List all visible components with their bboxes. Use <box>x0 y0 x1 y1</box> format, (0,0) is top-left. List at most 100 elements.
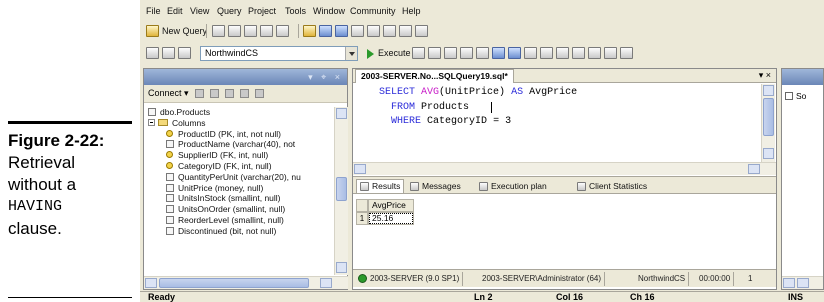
scroll-up-icon[interactable] <box>336 108 347 119</box>
tree-node-column[interactable]: CategoryID (FK, int, null) <box>144 161 334 172</box>
save-icon[interactable] <box>319 25 332 37</box>
open-file-icon[interactable] <box>303 25 316 37</box>
menu-tools[interactable]: Tools <box>285 6 306 16</box>
panel-controls[interactable]: ▾ ⌖ × <box>308 69 343 85</box>
save-all-icon[interactable] <box>335 25 348 37</box>
scroll-thumb[interactable] <box>763 98 774 136</box>
connect-dropdown[interactable]: Connect ▾ <box>148 88 189 99</box>
parse-icon[interactable] <box>412 47 425 59</box>
checkbox-icon[interactable] <box>785 92 793 100</box>
tree-node-column[interactable]: Discontinued (bit, not null) <box>144 226 334 237</box>
menu-window[interactable]: Window <box>313 6 345 16</box>
tree-node-column[interactable]: SupplierID (FK, int, null) <box>144 150 334 161</box>
database-engine-query-icon[interactable] <box>212 25 225 37</box>
document-tab-controls[interactable]: ▾ × <box>759 69 771 82</box>
disconnect-icon[interactable] <box>209 89 219 98</box>
editor-horizontal-scrollbar[interactable] <box>353 162 776 175</box>
connect-icon[interactable] <box>146 47 159 59</box>
scroll-thumb[interactable] <box>159 278 309 288</box>
document-tab[interactable]: 2003-SERVER.No...SQLQuery19.sql* <box>355 69 514 83</box>
scroll-right-icon[interactable] <box>320 278 332 288</box>
scroll-thumb[interactable] <box>336 177 347 201</box>
tree-node-column[interactable]: UnitsOnOrder (smallint, null) <box>144 204 334 215</box>
menu-help[interactable]: Help <box>402 6 421 16</box>
results-to-grid-icon[interactable] <box>508 47 521 59</box>
xmla-query-icon[interactable] <box>260 25 273 37</box>
decrease-indent-icon[interactable] <box>604 47 617 59</box>
cancel-query-icon[interactable] <box>428 47 441 59</box>
status-server-label: 2003-SERVER (9.0 SP1) <box>370 274 460 283</box>
results-to-text-icon[interactable] <box>492 47 505 59</box>
scroll-left-icon[interactable] <box>145 278 157 288</box>
menu-community[interactable]: Community <box>350 6 396 16</box>
change-connection-icon[interactable] <box>162 47 175 59</box>
code-line-1: SELECT AVG(UnitPrice) AS AvgPrice <box>379 87 577 98</box>
database-selector[interactable]: NorthwindCS <box>200 46 358 61</box>
grid-cell[interactable]: 25.16 <box>368 212 414 225</box>
execute-button[interactable]: Execute <box>366 46 411 60</box>
object-explorer-horizontal-scrollbar[interactable] <box>144 276 348 289</box>
mdx-query-icon[interactable] <box>244 25 257 37</box>
scroll-left-icon[interactable] <box>354 164 366 174</box>
intellisense-icon[interactable] <box>476 47 489 59</box>
status-bar: Ready Ln 2 Col 16 Ch 16 INS <box>140 291 824 302</box>
tab-results[interactable]: Results <box>356 179 405 193</box>
chevron-down-icon[interactable] <box>345 47 357 60</box>
tree-node-column[interactable]: ProductID (PK, int, not null) <box>144 129 334 140</box>
results-to-file-icon[interactable] <box>524 47 537 59</box>
disconnect-icon[interactable] <box>178 47 191 59</box>
scroll-up-icon[interactable] <box>763 85 774 96</box>
increase-indent-icon[interactable] <box>620 47 633 59</box>
tree-node-column[interactable]: UnitPrice (money, null) <box>144 183 334 194</box>
row-number[interactable]: 1 <box>356 212 368 225</box>
mobile-query-icon[interactable] <box>276 25 289 37</box>
client-statistics-icon[interactable] <box>556 47 569 59</box>
scroll-down-icon[interactable] <box>763 148 774 159</box>
editor-vertical-scrollbar[interactable] <box>761 84 775 162</box>
collapse-icon[interactable] <box>148 118 155 126</box>
tab-messages[interactable]: Messages <box>407 179 464 193</box>
scroll-down-icon[interactable] <box>336 262 347 273</box>
tree-node-column[interactable]: QuantityPerUnit (varchar(20), nu <box>144 172 334 183</box>
properties-item[interactable]: So <box>785 91 806 101</box>
column-header[interactable]: AvgPrice <box>368 199 414 212</box>
tree-node-columns[interactable]: Columns <box>144 118 334 129</box>
menu-query[interactable]: Query <box>217 6 242 16</box>
paste-icon[interactable] <box>383 25 396 37</box>
grid-corner[interactable] <box>356 199 368 212</box>
refresh-icon[interactable] <box>239 89 249 98</box>
comment-icon[interactable] <box>572 47 585 59</box>
tree-node-products[interactable]: dbo.Products <box>144 107 334 118</box>
undo-icon[interactable] <box>399 25 412 37</box>
scroll-left-icon[interactable] <box>783 278 795 288</box>
tree-node-column[interactable]: ReorderLevel (smallint, null) <box>144 215 334 226</box>
properties-horizontal-scrollbar[interactable] <box>782 276 823 289</box>
tab-execution-plan[interactable]: Execution plan <box>476 179 550 193</box>
uncomment-icon[interactable] <box>588 47 601 59</box>
display-plan-icon[interactable] <box>444 47 457 59</box>
results-tab-strip: Results Messages Execution plan Client S… <box>353 176 776 194</box>
redo-icon[interactable] <box>415 25 428 37</box>
tab-client-statistics[interactable]: Client Statistics <box>574 179 650 193</box>
tree-node-column[interactable]: UnitsInStock (smallint, null) <box>144 193 334 204</box>
menu-view[interactable]: View <box>190 6 209 16</box>
connect-icon[interactable] <box>194 89 204 98</box>
sql-editor[interactable]: SELECT AVG(UnitPrice) AS AvgPrice FROM P… <box>353 84 763 158</box>
tree-node-column[interactable]: ProductName (varchar(40), not <box>144 139 334 150</box>
filter-icon[interactable] <box>254 89 264 98</box>
stop-icon[interactable] <box>224 89 234 98</box>
scroll-right-icon[interactable] <box>797 278 809 288</box>
menu-project[interactable]: Project <box>248 6 276 16</box>
cut-icon[interactable] <box>351 25 364 37</box>
copy-icon[interactable] <box>367 25 380 37</box>
object-explorer-vertical-scrollbar[interactable] <box>334 107 348 275</box>
query-options-icon[interactable] <box>460 47 473 59</box>
toolbar-separator <box>298 24 299 38</box>
menu-edit[interactable]: Edit <box>167 6 183 16</box>
scroll-right-icon[interactable] <box>748 164 760 174</box>
code-line-2: FROM Products <box>391 102 469 113</box>
menu-file[interactable]: File <box>146 6 161 16</box>
new-query-button[interactable]: New Query <box>146 24 207 38</box>
include-plan-icon[interactable] <box>540 47 553 59</box>
analysis-query-icon[interactable] <box>228 25 241 37</box>
